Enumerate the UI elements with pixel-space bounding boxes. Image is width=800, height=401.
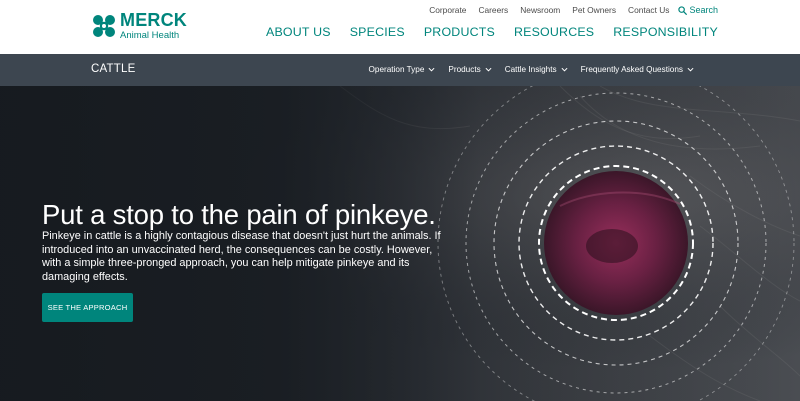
subnav-products[interactable]: Products [448, 65, 492, 74]
see-the-approach-button[interactable]: SEE THE APPROACH [42, 293, 133, 322]
utility-nav: Corporate Careers Newsroom Pet Owners Co… [417, 5, 718, 15]
search-icon [678, 5, 688, 15]
subnav-label: Products [448, 65, 481, 74]
brand-name: MERCK [120, 10, 187, 30]
utility-link-corporate[interactable]: Corporate [429, 5, 466, 15]
subnav-cattle-insights[interactable]: Cattle Insights [505, 65, 568, 74]
hero-banner: Put a stop to the pain of pinkeye. Pinke… [0, 86, 800, 401]
chevron-down-icon [687, 67, 694, 72]
subnav-faq[interactable]: Frequently Asked Questions [581, 65, 694, 74]
section-subnav: CATTLE Operation Type Products Cattle In… [0, 54, 800, 86]
subnav-label: Operation Type [368, 65, 425, 74]
subnav-label: Frequently Asked Questions [580, 65, 683, 74]
hero-heading: Put a stop to the pain of pinkeye. [42, 199, 436, 230]
nav-resources[interactable]: RESOURCES [514, 25, 594, 39]
nav-about-us[interactable]: ABOUT US [266, 25, 331, 39]
nav-responsibility[interactable]: RESPONSIBILITY [613, 25, 718, 39]
brand-subtitle: Animal Health [120, 30, 180, 41]
search-button[interactable]: Search [678, 5, 718, 15]
site-header: MERCK Animal Health Corporate Careers Ne… [0, 0, 800, 54]
subnav-menu: Operation Type Products Cattle Insights … [356, 65, 694, 74]
utility-link-pet-owners[interactable]: Pet Owners [572, 5, 616, 15]
merck-logo-icon [93, 14, 115, 37]
utility-link-careers[interactable]: Careers [478, 5, 508, 15]
main-nav: ABOUT US SPECIES PRODUCTS RESOURCES RESP… [247, 25, 718, 39]
nav-products[interactable]: PRODUCTS [424, 25, 495, 39]
hero-description: Pinkeye in cattle is a highly contagious… [42, 230, 441, 283]
chevron-down-icon [428, 67, 435, 72]
chevron-down-icon [485, 67, 492, 72]
section-title[interactable]: CATTLE [91, 63, 135, 75]
search-label: Search [689, 5, 718, 15]
nav-species[interactable]: SPECIES [350, 25, 405, 39]
merck-logo[interactable]: MERCK Animal Health [92, 11, 187, 41]
utility-link-contact-us[interactable]: Contact Us [628, 5, 669, 15]
utility-link-newsroom[interactable]: Newsroom [520, 5, 560, 15]
subnav-operation-type[interactable]: Operation Type [369, 65, 436, 74]
chevron-down-icon [561, 67, 568, 72]
subnav-label: Cattle Insights [504, 65, 557, 74]
